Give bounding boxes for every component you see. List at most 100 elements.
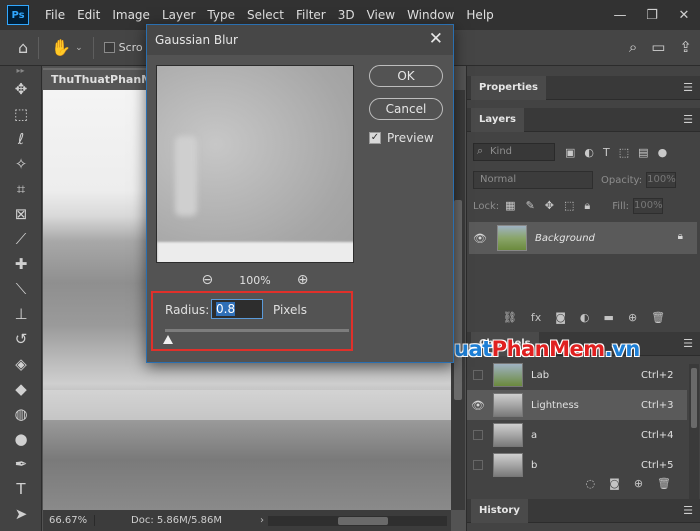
trash-icon[interactable]: 🗑︎	[657, 477, 671, 490]
menu-filter[interactable]: Filter	[290, 8, 332, 22]
link-layers-icon[interactable]: ⛓︎	[503, 311, 517, 324]
type-filter-icon[interactable]: T	[603, 146, 610, 159]
group-icon[interactable]: ▬	[604, 311, 614, 324]
toolbox-grip-icon[interactable]: ▸▸	[0, 66, 41, 76]
panel-menu-icon[interactable]: ☰	[683, 505, 693, 516]
brush-tool-icon[interactable]: ⟍	[0, 276, 42, 301]
tab-layers[interactable]: Layers	[471, 108, 524, 132]
dodge-tool-icon[interactable]: ●	[0, 426, 42, 451]
lasso-tool-icon[interactable]: ℓ	[0, 126, 42, 151]
new-channel-icon[interactable]: ⊕	[634, 477, 643, 490]
blend-mode-select[interactable]: Normal	[473, 171, 593, 189]
path-selection-tool-icon[interactable]: ➤	[0, 501, 42, 526]
home-icon[interactable]: ⌂	[18, 38, 28, 57]
menu-file[interactable]: File	[39, 8, 71, 22]
channel-row-lightness[interactable]: 👁︎ Lightness Ctrl+3	[467, 390, 687, 420]
eraser-tool-icon[interactable]: ◈	[0, 351, 42, 376]
healing-brush-tool-icon[interactable]: ✚	[0, 251, 42, 276]
zoom-in-icon[interactable]: ⊕	[297, 272, 309, 288]
marquee-tool-icon[interactable]: ⬚	[0, 101, 42, 126]
lock-transparent-icon[interactable]: ▦	[505, 199, 515, 213]
eye-icon[interactable]: 👁︎	[469, 232, 491, 245]
paint-bucket-tool-icon[interactable]: ◆	[0, 376, 42, 401]
history-brush-tool-icon[interactable]: ↺	[0, 326, 42, 351]
crop-tool-icon[interactable]: ⌗	[0, 176, 42, 201]
horizontal-scrollbar[interactable]	[268, 515, 447, 526]
radius-slider-thumb[interactable]	[163, 335, 173, 344]
checkbox-box[interactable]	[103, 42, 115, 53]
channel-visibility-toggle[interactable]	[467, 430, 489, 440]
channel-visibility-toggle[interactable]	[467, 460, 489, 470]
filter-toggle-icon[interactable]: ●	[658, 146, 668, 159]
radius-input[interactable]: 0.8	[211, 299, 263, 319]
menu-select[interactable]: Select	[241, 8, 290, 22]
menu-edit[interactable]: Edit	[71, 8, 106, 22]
hand-tool-icon[interactable]: ✋	[51, 38, 71, 57]
shape-filter-icon[interactable]: ⬚	[619, 146, 629, 159]
opacity-input[interactable]: 100%	[646, 172, 677, 188]
load-selection-icon[interactable]: ◌	[586, 477, 596, 490]
new-layer-icon[interactable]: ⊕	[628, 311, 637, 324]
eye-icon[interactable]: 👁︎	[467, 399, 489, 412]
move-tool-icon[interactable]: ✥	[0, 76, 42, 101]
blur-preview[interactable]	[156, 65, 354, 263]
share-icon[interactable]: ⇪	[679, 38, 692, 56]
layer-row[interactable]: 👁︎ Background 🔒︎	[469, 222, 697, 254]
status-menu-arrow-icon[interactable]: ›	[260, 515, 264, 526]
restore-button[interactable]: ❐	[636, 0, 668, 30]
menu-layer[interactable]: Layer	[156, 8, 201, 22]
smart-object-filter-icon[interactable]: ▤	[638, 146, 648, 159]
zoom-out-icon[interactable]: ⊖	[202, 272, 214, 288]
panel-menu-icon[interactable]: ☰	[683, 82, 693, 93]
channel-row-a[interactable]: a Ctrl+4	[467, 420, 687, 450]
magic-wand-tool-icon[interactable]: ✧	[0, 151, 42, 176]
lock-image-icon[interactable]: ✎	[526, 199, 535, 213]
checkbox-box[interactable]	[473, 370, 483, 380]
adjustment-filter-icon[interactable]: ◐	[584, 146, 594, 159]
menu-image[interactable]: Image	[106, 8, 156, 22]
radius-slider-track[interactable]	[165, 329, 349, 332]
close-window-button[interactable]: ✕	[668, 0, 700, 30]
blur-tool-icon[interactable]: ◍	[0, 401, 42, 426]
checkmark-icon[interactable]: ✓	[369, 132, 381, 144]
trash-icon[interactable]: 🗑︎	[651, 311, 665, 324]
fill-input[interactable]: 100%	[633, 198, 664, 214]
search-icon[interactable]: ⌕	[629, 38, 637, 56]
panel-menu-icon[interactable]: ☰	[683, 114, 693, 125]
lock-artboard-icon[interactable]: ⬚	[564, 199, 574, 213]
channel-visibility-toggle[interactable]	[467, 370, 489, 380]
preview-checkbox[interactable]: ✓ Preview	[369, 131, 434, 145]
clone-stamp-tool-icon[interactable]: ⊥	[0, 301, 42, 326]
document-tab[interactable]: ThuThuatPhanMem	[43, 68, 147, 90]
pen-tool-icon[interactable]: ✒	[0, 451, 42, 476]
menu-help[interactable]: Help	[460, 8, 499, 22]
menu-view[interactable]: View	[361, 8, 401, 22]
ok-button[interactable]: OK	[369, 65, 443, 87]
channel-row-lab[interactable]: Lab Ctrl+2	[467, 360, 687, 390]
dialog-title-bar[interactable]: Gaussian Blur ✕	[147, 25, 453, 55]
panel-menu-icon[interactable]: ☰	[683, 338, 693, 349]
cancel-button[interactable]: Cancel	[369, 98, 443, 120]
chevron-down-icon[interactable]: ⌄	[75, 43, 83, 53]
lock-all-icon[interactable]: 🔒︎	[584, 199, 590, 213]
tab-history[interactable]: History	[471, 499, 528, 523]
layer-kind-filter[interactable]: Kind	[473, 143, 555, 161]
type-tool-icon[interactable]: T	[0, 476, 42, 501]
adjustment-layer-icon[interactable]: ◐	[580, 311, 590, 324]
checkbox-box[interactable]	[473, 460, 483, 470]
lock-position-icon[interactable]: ✥	[545, 199, 554, 213]
tab-properties[interactable]: Properties	[471, 76, 546, 100]
add-mask-icon[interactable]: ◙	[555, 311, 566, 324]
zoom-level[interactable]: 66.67%	[43, 515, 95, 526]
menu-3d[interactable]: 3D	[332, 8, 361, 22]
frame-tool-icon[interactable]: ⊠	[0, 201, 42, 226]
workspace-icon[interactable]: ▭	[651, 38, 665, 56]
scroll-all-windows-checkbox[interactable]: Scro	[103, 41, 143, 54]
eyedropper-tool-icon[interactable]: ⟋	[0, 226, 42, 251]
save-selection-icon[interactable]: ◙	[609, 477, 620, 490]
layer-style-icon[interactable]: fx	[531, 311, 541, 324]
minimize-button[interactable]: —	[604, 0, 636, 30]
image-filter-icon[interactable]: ▣	[565, 146, 575, 159]
menu-window[interactable]: Window	[401, 8, 460, 22]
checkbox-box[interactable]	[473, 430, 483, 440]
